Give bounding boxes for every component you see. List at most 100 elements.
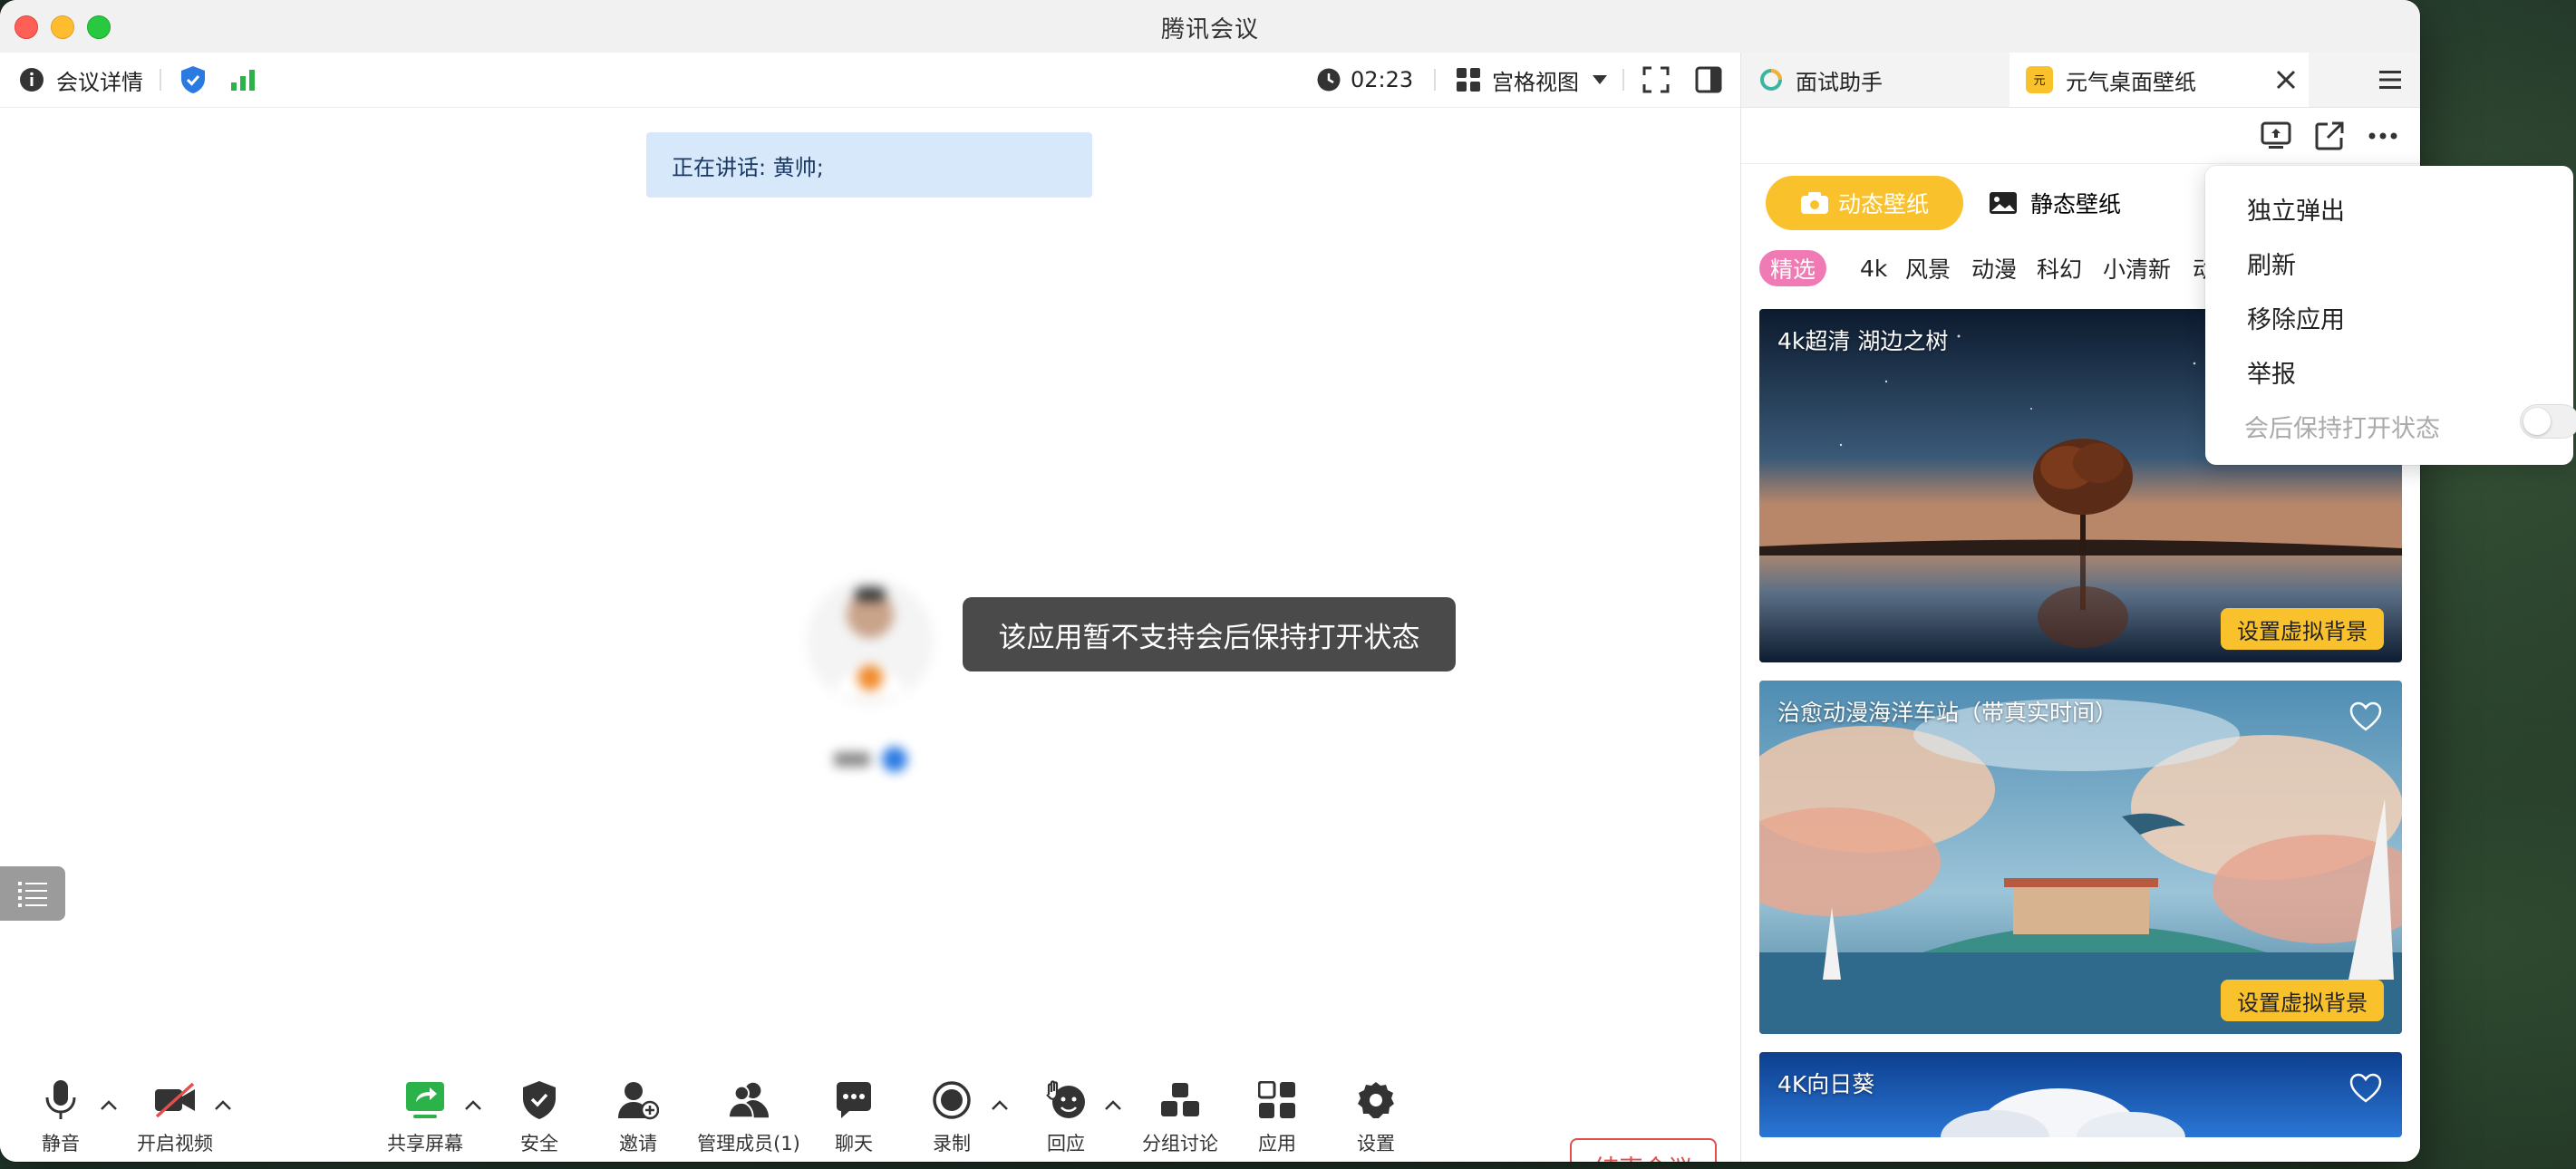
video-off-icon — [153, 1078, 197, 1122]
category-dynamic-wallpaper[interactable]: 动态壁纸 — [1766, 176, 1963, 230]
share-options-caret[interactable] — [462, 1095, 484, 1116]
set-virtual-background-button[interactable]: 设置虚拟背景 — [2221, 608, 2384, 650]
signal-strength-icon[interactable] — [230, 53, 256, 107]
chevron-up-icon — [101, 1100, 117, 1110]
more-options-menu: 独立弹出 刷新 移除应用 举报 会后保持打开状态 — [2205, 166, 2576, 465]
mute-button[interactable]: 静音 — [11, 1075, 111, 1162]
meeting-details-button[interactable]: 会议详情 — [18, 53, 143, 107]
open-external-button[interactable] — [2313, 120, 2346, 152]
record-button[interactable]: 录制 — [902, 1075, 1002, 1162]
record-options-caret[interactable] — [989, 1095, 1011, 1116]
video-button[interactable]: 开启视频 — [125, 1075, 225, 1162]
speaking-indicator-text: 正在讲话: 黄帅; — [672, 154, 824, 180]
window-title: 腾讯会议 — [1160, 16, 1259, 43]
shield-icon — [518, 1078, 561, 1122]
menu-item-refresh[interactable]: 刷新 — [2247, 246, 2296, 281]
chat-label: 聊天 — [835, 1133, 873, 1155]
meeting-top-bar: 会议详情 02:23 宫格视图 — [0, 53, 1740, 108]
screen-share-app-button[interactable] — [2260, 120, 2292, 152]
chevron-up-icon — [1105, 1100, 1121, 1110]
wallpaper-title: 4k超清 湖边之树 — [1777, 328, 1949, 354]
close-icon[interactable] — [2276, 70, 2296, 90]
category-label: 动态壁纸 — [1837, 191, 1929, 217]
tab-interview-assistant[interactable]: 面试助手 — [1741, 53, 2009, 107]
wallpaper-card[interactable]: 治愈动漫海洋车站（带真实时间） 设置虚拟背景 — [1759, 681, 2402, 1034]
share-screen-button[interactable]: 共享屏幕 — [375, 1075, 475, 1162]
external-link-icon — [2315, 121, 2344, 150]
view-mode-dropdown[interactable]: 宫格视图 — [1456, 53, 1608, 107]
menu-item-keep-open-label: 会后保持打开状态 — [2244, 415, 2440, 443]
wallpaper-card[interactable]: 4K向日葵 — [1759, 1052, 2402, 1137]
video-camera-icon — [1800, 192, 1828, 214]
react-button[interactable]: 回应 — [1016, 1075, 1116, 1162]
meeting-timer: 02:23 — [1316, 53, 1413, 107]
react-options-caret[interactable] — [1102, 1095, 1124, 1116]
panel-menu-button[interactable] — [2363, 53, 2417, 107]
filter-label: 科幻 — [2037, 256, 2083, 283]
chevron-down-icon — [1593, 75, 1607, 84]
filter-4k[interactable]: 4k — [1860, 250, 1887, 286]
hand-emoji-icon — [1044, 1078, 1088, 1122]
favorite-heart-icon[interactable] — [2349, 700, 2382, 733]
participant-avatar[interactable] — [802, 560, 938, 787]
manage-members-label: 管理成员(1) — [697, 1133, 800, 1155]
members-icon — [727, 1078, 770, 1122]
list-icon — [18, 882, 47, 907]
svg-text:元: 元 — [2033, 74, 2045, 88]
filter-label: 风景 — [1905, 256, 1951, 283]
divider — [1434, 69, 1436, 91]
invite-button[interactable]: 邀请 — [588, 1075, 688, 1162]
button-label: 设置虚拟背景 — [2237, 990, 2368, 1016]
menu-item-remove-app[interactable]: 移除应用 — [2247, 300, 2345, 335]
sidebar-panel-icon — [1695, 66, 1722, 93]
manage-members-button[interactable]: 管理成员(1) — [694, 1075, 803, 1162]
end-meeting-button[interactable]: 结束会议 — [1570, 1138, 1717, 1162]
favorite-heart-icon[interactable] — [2349, 1072, 2382, 1105]
settings-button[interactable]: 设置 — [1326, 1075, 1426, 1162]
filter-label: 精选 — [1770, 256, 1816, 283]
invite-label: 邀请 — [619, 1133, 657, 1155]
image-icon — [1990, 192, 2017, 214]
clock-icon — [1317, 68, 1341, 92]
filter-anime[interactable]: 动漫 — [1971, 250, 2017, 286]
chat-button[interactable]: 聊天 — [804, 1075, 904, 1162]
filter-scenery[interactable]: 风景 — [1905, 250, 1951, 286]
tab-wallpaper-app[interactable]: 元 元气桌面壁纸 — [2009, 53, 2309, 107]
divider — [160, 69, 161, 91]
settings-label: 设置 — [1357, 1133, 1395, 1155]
security-button[interactable]: 安全 — [489, 1075, 589, 1162]
mute-label: 静音 — [42, 1133, 80, 1155]
menu-item-report[interactable]: 举报 — [2247, 354, 2296, 390]
security-label: 安全 — [520, 1133, 558, 1155]
participant-list-toggle[interactable] — [0, 866, 65, 921]
filter-scifi[interactable]: 科幻 — [2037, 250, 2082, 286]
title-bar: 腾讯会议 — [0, 0, 2420, 53]
filter-featured[interactable]: 精选 — [1759, 250, 1827, 286]
record-icon — [930, 1078, 973, 1122]
set-virtual-background-button[interactable]: 设置虚拟背景 — [2221, 980, 2384, 1021]
keep-open-toggle[interactable] — [2520, 404, 2576, 439]
add-person-icon — [616, 1078, 660, 1122]
button-label: 设置虚拟背景 — [2237, 618, 2368, 644]
menu-item-pop-out[interactable]: 独立弹出 — [2247, 191, 2345, 227]
tab-label: 元气桌面壁纸 — [2066, 69, 2196, 95]
video-options-caret[interactable] — [212, 1095, 234, 1116]
audio-options-caret[interactable] — [98, 1095, 120, 1116]
apps-button[interactable]: 应用 — [1227, 1075, 1327, 1162]
wallpaper-app-logo-icon: 元 — [2026, 66, 2053, 93]
filter-fresh[interactable]: 小清新 — [2103, 250, 2171, 286]
category-static-wallpaper[interactable]: 静态壁纸 — [1989, 176, 2170, 230]
share-screen-label: 共享屏幕 — [387, 1133, 463, 1155]
more-options-button[interactable] — [2367, 120, 2399, 152]
breakout-rooms-button[interactable]: 分组讨论 — [1130, 1075, 1230, 1162]
toggle-knob — [2523, 408, 2551, 435]
hamburger-menu-icon — [2379, 71, 2401, 89]
sidebar-toggle-button[interactable] — [1695, 53, 1722, 107]
breakout-rooms-label: 分组讨论 — [1142, 1133, 1218, 1155]
security-shield-icon[interactable] — [180, 53, 206, 107]
chevron-up-icon — [465, 1100, 481, 1110]
toast-text: 该应用暂不支持会后保持打开状态 — [998, 621, 1420, 654]
fullscreen-icon — [1642, 66, 1670, 93]
filter-label: 动漫 — [1971, 256, 2018, 283]
fullscreen-button[interactable] — [1642, 53, 1670, 107]
